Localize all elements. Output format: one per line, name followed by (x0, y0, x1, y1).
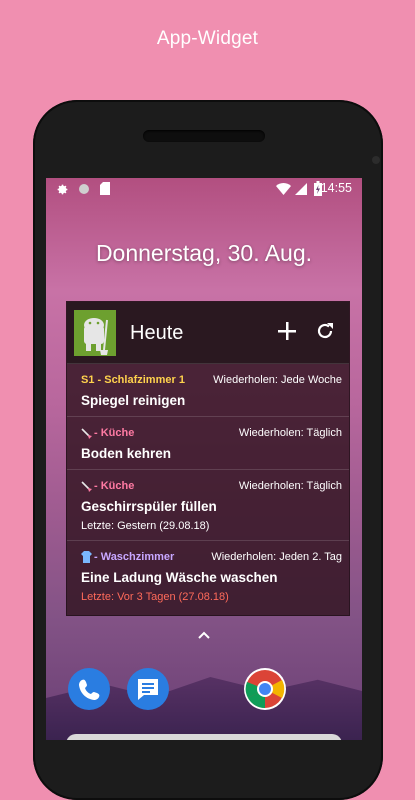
chores-widget: Heute S1 - Schlafzimmer 1 Wiederholen: J… (66, 301, 350, 616)
broom-icon (81, 428, 92, 439)
screenshot-caption: App-Widget (156, 28, 259, 49)
app-icon[interactable] (74, 310, 116, 356)
phone-speaker (143, 130, 265, 142)
task-last-done-overdue: Letzte: Vor 3 Tagen (27.08.18) (81, 591, 229, 603)
task-last-done: Letzte: Gestern (29.08.18) (81, 520, 210, 532)
add-task-button[interactable] (274, 318, 300, 344)
task-repeat: Wiederholen: Jeden 2. Tag (211, 551, 342, 563)
task-repeat: Wiederholen: Täglich (238, 427, 342, 439)
widget-title: Heute (130, 322, 184, 344)
task-name: Eine Ladung Wäsche waschen (81, 570, 278, 585)
task-name: Geschirrspüler füllen (81, 499, 217, 514)
task-room: - Küche (94, 480, 135, 492)
refresh-button[interactable] (314, 320, 336, 342)
status-time: 14:55 (320, 181, 352, 195)
task-room: - Waschzimmer (94, 551, 175, 563)
sd-card-icon (100, 182, 110, 195)
chrome-logo-icon (245, 670, 285, 709)
settings-gear-icon (57, 184, 68, 195)
refresh-icon (317, 323, 333, 339)
task-item[interactable]: - Waschzimmer Wiederholen: Jeden 2. Tag … (67, 541, 349, 613)
task-item[interactable]: - Küche Wiederholen: Täglich Boden kehre… (67, 417, 349, 470)
task-repeat: Wiederholen: Jede Woche (213, 374, 342, 386)
broom-icon (81, 481, 92, 492)
wifi-icon (276, 183, 291, 195)
messages-app-icon[interactable] (127, 668, 169, 710)
date-widget[interactable]: Donnerstag, 30. Aug. (46, 240, 362, 267)
task-room: S1 - Schlafzimmer 1 (81, 374, 185, 386)
shirt-icon (81, 551, 92, 563)
message-bubble-icon (138, 679, 158, 700)
task-item[interactable]: - Küche Wiederholen: Täglich Geschirrspü… (67, 470, 349, 541)
status-circle-icon (79, 184, 89, 194)
home-screen: 14:55 Donnerstag, 30. Aug. Heute S1 - Sc… (46, 178, 362, 740)
phone-handset-icon (79, 679, 100, 700)
task-room: - Küche (94, 427, 135, 439)
app-drawer-chevron-icon[interactable] (198, 630, 210, 640)
chrome-app-icon[interactable] (244, 668, 286, 710)
widget-header: Heute (67, 302, 349, 364)
phone-app-icon[interactable] (68, 668, 110, 710)
phone-camera (372, 156, 380, 164)
search-bar[interactable] (66, 734, 342, 740)
task-name: Spiegel reinigen (81, 393, 186, 408)
robot-cleaner-icon (74, 310, 116, 356)
plus-icon (278, 322, 296, 340)
task-repeat: Wiederholen: Täglich (238, 480, 342, 492)
task-item[interactable]: S1 - Schlafzimmer 1 Wiederholen: Jede Wo… (67, 364, 349, 417)
task-name: Boden kehren (81, 446, 172, 461)
status-bar: 14:55 (46, 178, 362, 200)
cell-signal-icon (295, 183, 307, 195)
